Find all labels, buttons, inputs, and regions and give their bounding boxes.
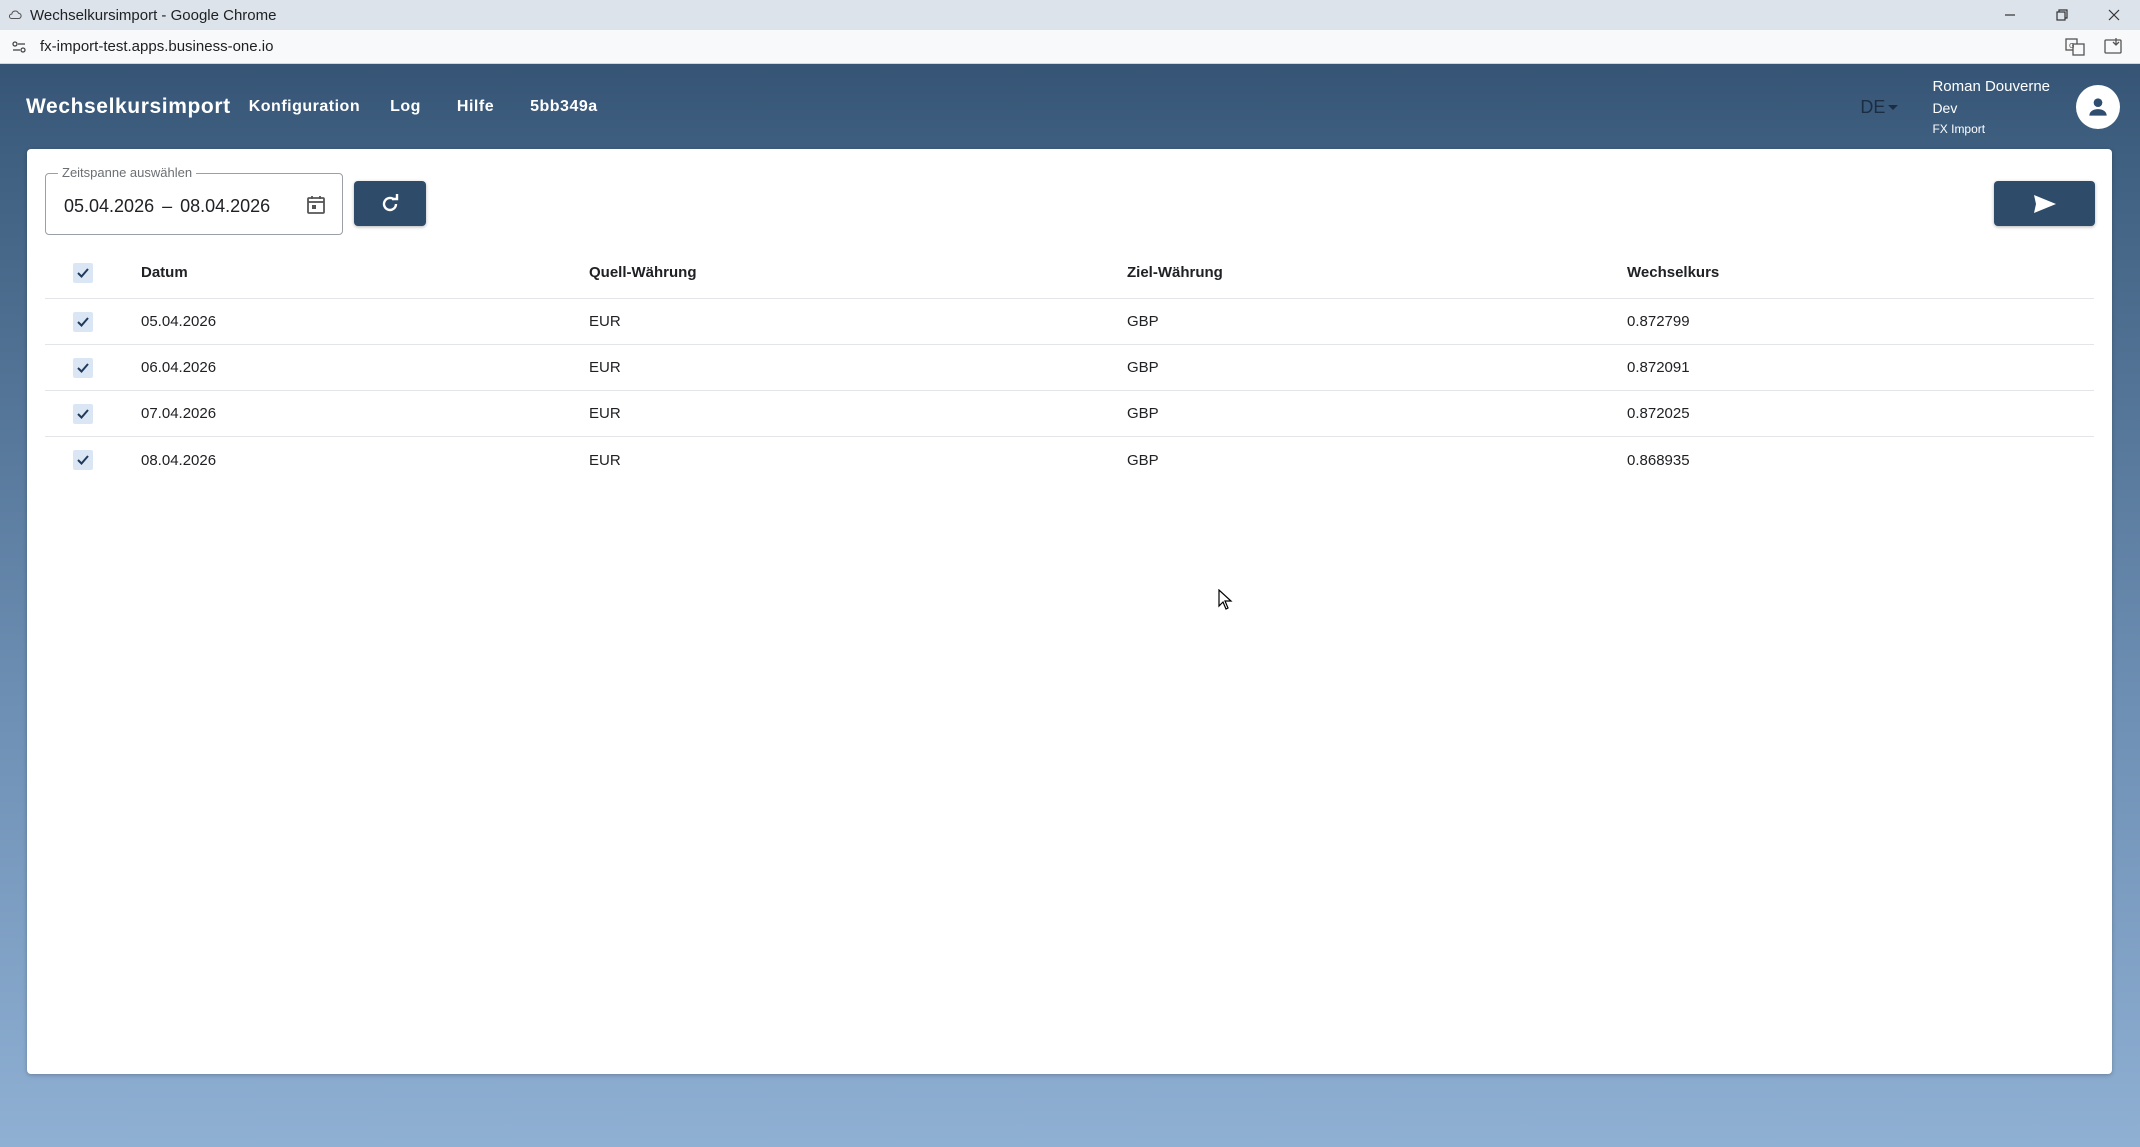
- cell-date: 06.04.2026: [141, 359, 217, 376]
- language-select[interactable]: DE: [1860, 96, 1899, 118]
- cell-date: 05.04.2026: [141, 313, 217, 330]
- cell-target-currency: GBP: [1127, 359, 1159, 376]
- mouse-cursor-icon: [1218, 589, 1233, 610]
- date-range-label: Zeitspanne auswählen: [58, 165, 197, 180]
- calendar-icon[interactable]: [304, 193, 328, 217]
- cell-source-currency: EUR: [589, 359, 621, 376]
- user-info: Roman Douverne Dev FX Import: [1932, 78, 2050, 136]
- column-header-quell-waehrung[interactable]: Quell-Währung: [589, 264, 1127, 281]
- svg-text:G: G: [2069, 42, 2074, 50]
- install-app-icon[interactable]: [2102, 36, 2124, 58]
- check-icon: [77, 408, 89, 419]
- cell-target-currency: GBP: [1127, 451, 1159, 469]
- cell-rate: 0.872091: [1627, 359, 1690, 376]
- cell-target-currency: GBP: [1127, 405, 1159, 422]
- cell-date: 08.04.2026: [141, 451, 217, 469]
- close-window-button[interactable]: [2088, 0, 2140, 30]
- select-all-checkbox[interactable]: [73, 262, 93, 283]
- table-row[interactable]: 06.04.2026 EUR GBP 0.872091: [45, 345, 2094, 391]
- user-avatar-button[interactable]: [2076, 85, 2120, 129]
- date-separator: –: [162, 196, 173, 216]
- refresh-button[interactable]: [354, 181, 426, 226]
- user-app: FX Import: [1932, 122, 1986, 136]
- column-header-ziel-waehrung[interactable]: Ziel-Währung: [1127, 264, 1627, 281]
- cell-rate: 0.872025: [1627, 405, 1690, 422]
- site-settings-icon[interactable]: [10, 38, 28, 56]
- cell-source-currency: EUR: [589, 405, 621, 422]
- main-nav: Konfiguration Log Hilfe 5bb349a: [249, 90, 634, 124]
- end-date-input[interactable]: 08.04.2026: [180, 196, 270, 217]
- user-name: Roman Douverne: [1932, 78, 2050, 95]
- close-icon: [2108, 9, 2120, 21]
- row-checkbox[interactable]: [73, 357, 93, 378]
- cell-rate: 0.868935: [1627, 451, 1690, 469]
- restore-button[interactable]: [2036, 0, 2088, 30]
- check-icon: [77, 362, 89, 373]
- cell-source-currency: EUR: [589, 313, 621, 330]
- version-label: 5bb349a: [530, 98, 598, 115]
- address-bar: fx-import-test.apps.business-one.io G: [0, 30, 2140, 64]
- column-header-datum[interactable]: Datum: [141, 264, 589, 281]
- nav-konfiguration[interactable]: Konfiguration: [249, 90, 360, 124]
- language-label: DE: [1860, 96, 1886, 117]
- url-field[interactable]: fx-import-test.apps.business-one.io: [40, 38, 2064, 55]
- restore-icon: [2056, 9, 2068, 21]
- cloud-icon: [8, 10, 22, 20]
- send-import-button[interactable]: [1994, 181, 2095, 226]
- table-row[interactable]: 08.04.2026 EUR GBP 0.868935: [45, 437, 2094, 483]
- column-header-wechselkurs[interactable]: Wechselkurs: [1627, 264, 2094, 281]
- minimize-button[interactable]: [1984, 0, 2036, 30]
- table-row[interactable]: 05.04.2026 EUR GBP 0.872799: [45, 299, 2094, 345]
- rates-table: Datum Quell-Währung Ziel-Währung Wechsel…: [45, 247, 2094, 483]
- start-date-input[interactable]: 05.04.2026: [64, 196, 154, 217]
- minimize-icon: [2005, 14, 2015, 16]
- cell-date: 07.04.2026: [141, 405, 217, 422]
- check-icon: [77, 316, 89, 327]
- app-header: Wechselkursimport Konfiguration Log Hilf…: [0, 66, 2140, 148]
- nav-log[interactable]: Log: [390, 90, 421, 124]
- person-icon: [2089, 98, 2107, 116]
- refresh-icon: [382, 193, 399, 211]
- window-title: Wechselkursimport - Google Chrome: [30, 6, 277, 24]
- browser-title-bar: Wechselkursimport - Google Chrome: [0, 0, 2140, 30]
- nav-hilfe[interactable]: Hilfe: [457, 90, 494, 124]
- table-row[interactable]: 07.04.2026 EUR GBP 0.872025: [45, 391, 2094, 437]
- cell-target-currency: GBP: [1127, 313, 1159, 330]
- main-card: Zeitspanne auswählen 05.04.2026 – 08.04.…: [27, 149, 2112, 1074]
- user-role: Dev: [1932, 100, 1958, 116]
- check-icon: [77, 455, 89, 465]
- chevron-down-icon: [1888, 104, 1899, 110]
- date-range-field[interactable]: Zeitspanne auswählen 05.04.2026 – 08.04.…: [45, 165, 343, 235]
- send-icon: [2033, 194, 2056, 213]
- translate-icon[interactable]: G: [2064, 36, 2086, 58]
- row-checkbox[interactable]: [73, 311, 93, 332]
- check-icon: [77, 267, 89, 278]
- row-checkbox[interactable]: [73, 403, 93, 424]
- row-checkbox[interactable]: [73, 450, 93, 470]
- cell-source-currency: EUR: [589, 451, 621, 469]
- app-brand[interactable]: Wechselkursimport: [26, 95, 231, 119]
- table-header: Datum Quell-Währung Ziel-Währung Wechsel…: [45, 247, 2094, 299]
- cell-rate: 0.872799: [1627, 313, 1690, 330]
